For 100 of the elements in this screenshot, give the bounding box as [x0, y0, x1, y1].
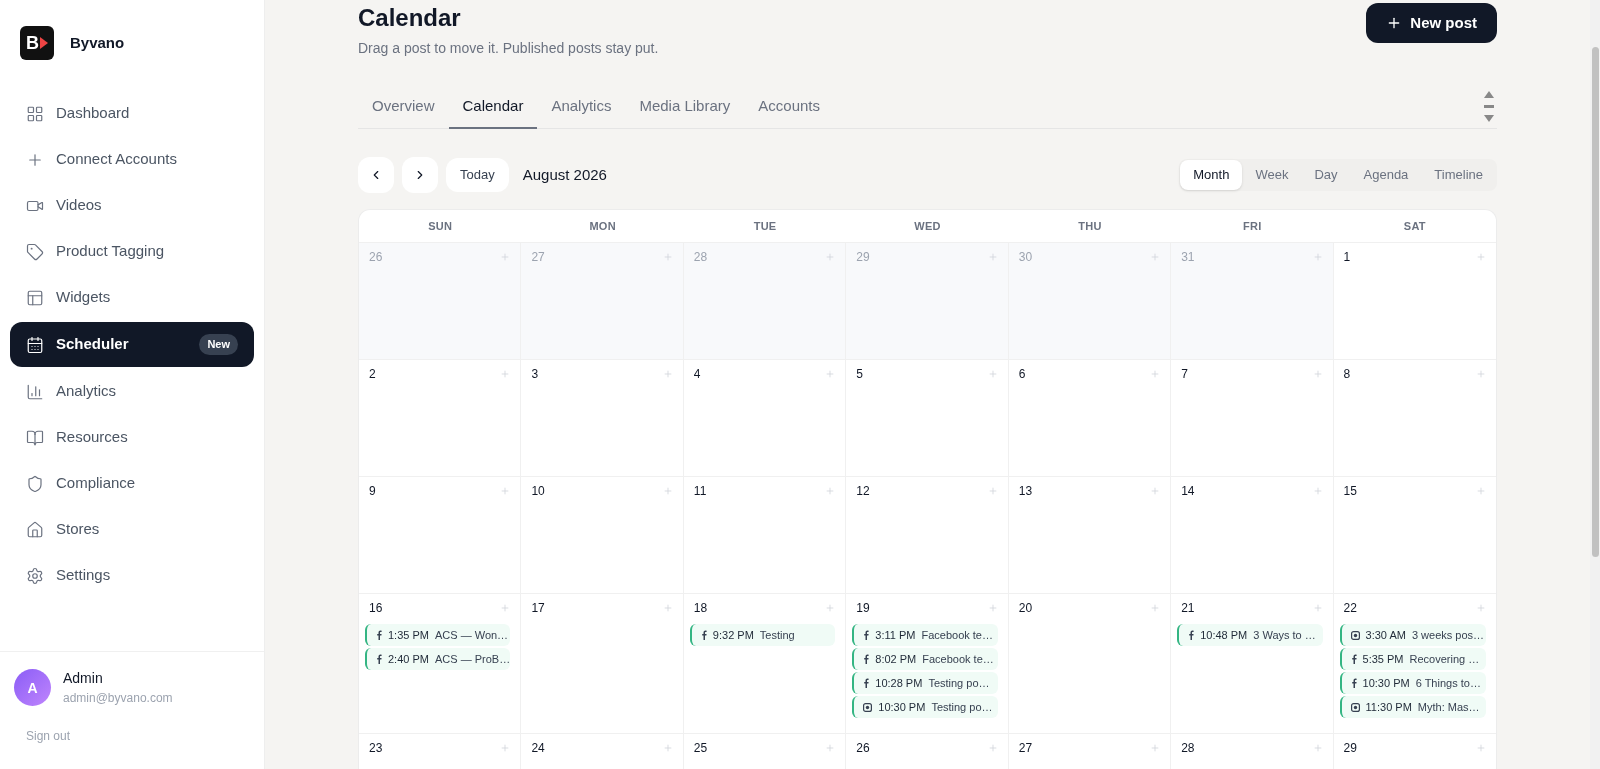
event-chip[interactable]: 8:02 PM Facebook te…: [852, 648, 998, 670]
event-title: Recovering …: [1409, 651, 1480, 667]
book-icon: [26, 428, 44, 447]
add-icon[interactable]: [662, 369, 673, 379]
day-number: 28: [1181, 740, 1195, 757]
previous-button[interactable]: [358, 157, 394, 193]
event-chip[interactable]: 11:30 PM Myth: Mas…: [1339, 696, 1486, 718]
add-icon[interactable]: [1476, 486, 1486, 496]
event-chip[interactable]: 9:32 PM Testing: [689, 624, 836, 646]
sidebar-item[interactable]: Settings: [10, 553, 254, 598]
add-icon[interactable]: [987, 369, 998, 379]
add-icon[interactable]: [500, 369, 511, 379]
page-title: Calendar: [358, 3, 462, 33]
add-icon[interactable]: [1312, 486, 1323, 496]
event-time: 10:30 PM: [878, 699, 926, 715]
sidebar-item[interactable]: Connect Accounts: [10, 137, 254, 182]
tab[interactable]: Accounts: [744, 94, 834, 129]
settings-icon: [26, 566, 44, 585]
sidebar-item[interactable]: Videos: [10, 183, 254, 228]
add-icon[interactable]: [825, 369, 836, 379]
instagram-icon: [863, 702, 873, 712]
facebook-f-icon: [700, 630, 707, 640]
add-icon[interactable]: [1476, 252, 1486, 262]
next-button[interactable]: [402, 157, 438, 193]
today-button[interactable]: Today: [446, 158, 509, 192]
event-chip[interactable]: 5:35 PM Recovering …: [1339, 648, 1486, 670]
add-icon[interactable]: [1150, 369, 1161, 379]
sidebar-item[interactable]: Stores: [10, 507, 254, 552]
day-number: 9: [369, 483, 376, 500]
add-icon[interactable]: [987, 743, 998, 753]
add-icon[interactable]: [1476, 603, 1486, 613]
add-icon[interactable]: [1312, 252, 1323, 262]
add-icon[interactable]: [987, 252, 998, 262]
add-icon[interactable]: [1150, 603, 1161, 613]
day-number: 23: [369, 740, 383, 757]
add-icon[interactable]: [1476, 369, 1486, 379]
shield-icon: [26, 474, 44, 493]
new-post-button[interactable]: New post: [1366, 3, 1497, 43]
event-chip[interactable]: 2:40 PM ACS — ProB…: [365, 648, 511, 670]
view-toggle[interactable]: Week: [1242, 160, 1302, 190]
add-icon[interactable]: [662, 603, 673, 613]
view-toggle[interactable]: Timeline: [1421, 160, 1496, 190]
add-icon[interactable]: [987, 486, 998, 496]
day-number: 18: [693, 600, 708, 617]
add-icon[interactable]: [825, 603, 836, 613]
sidebar-item[interactable]: Widgets: [10, 275, 254, 320]
view-toggle[interactable]: Agenda: [1350, 160, 1422, 190]
tab[interactable]: Media Library: [625, 94, 745, 129]
sidebar-item[interactable]: Scheduler New: [10, 322, 254, 367]
add-icon[interactable]: [500, 603, 511, 613]
user-name: Admin: [63, 669, 104, 688]
event-time: 1:35 PM: [388, 627, 429, 643]
add-icon[interactable]: [825, 743, 836, 753]
user-email: admin@byvano.com: [63, 690, 173, 707]
day-number: 26: [369, 249, 383, 266]
scrollbar-thumb[interactable]: [1591, 47, 1599, 557]
add-icon[interactable]: [1312, 369, 1323, 379]
add-icon[interactable]: [1476, 743, 1486, 753]
view-toggle[interactable]: Day: [1301, 160, 1351, 190]
event-time: 10:30 PM: [1362, 675, 1410, 691]
add-icon[interactable]: [1312, 603, 1323, 613]
add-icon[interactable]: [1150, 486, 1161, 496]
add-icon[interactable]: [662, 252, 673, 262]
add-icon[interactable]: [500, 486, 511, 496]
add-icon[interactable]: [500, 743, 511, 753]
event-chip[interactable]: 1:35 PM ACS — Won…: [365, 624, 511, 646]
day-number: 22: [1343, 600, 1357, 617]
add-icon[interactable]: [500, 252, 511, 262]
event-time: 5:35 PM: [1362, 651, 1404, 667]
tab[interactable]: Overview: [358, 94, 449, 129]
event-chip[interactable]: 10:48 PM 3 Ways to …: [1177, 624, 1323, 646]
add-icon[interactable]: [825, 252, 836, 262]
day-number: 10: [531, 483, 545, 500]
add-icon[interactable]: [662, 486, 673, 496]
event-chip[interactable]: 3:30 AM 3 weeks pos…: [1339, 624, 1486, 646]
view-toggle[interactable]: Month: [1180, 160, 1243, 190]
add-icon[interactable]: [662, 743, 673, 753]
add-icon[interactable]: [1150, 252, 1161, 262]
add-icon[interactable]: [825, 486, 836, 496]
day-number: 24: [531, 740, 545, 757]
add-icon[interactable]: [1150, 743, 1161, 753]
add-icon[interactable]: [1312, 743, 1323, 753]
sidebar-item[interactable]: Analytics: [10, 369, 254, 414]
day-number: 5: [856, 366, 863, 383]
event-time: 9:32 PM: [712, 627, 754, 643]
event-time: 10:28 PM: [875, 675, 923, 691]
event-chip[interactable]: 3:11 PM Facebook te…: [852, 624, 998, 646]
add-icon[interactable]: [987, 603, 998, 613]
event-chip[interactable]: 10:30 PM Testing po…: [852, 696, 998, 718]
event-title: Testing po…: [928, 675, 990, 691]
event-chip[interactable]: 10:30 PM 6 Things to…: [1339, 672, 1486, 694]
sidebar-item[interactable]: Compliance: [10, 461, 254, 506]
sidebar-item[interactable]: Resources: [10, 415, 254, 460]
sidebar-item[interactable]: Dashboard: [10, 91, 254, 136]
tab[interactable]: Calendar: [448, 94, 538, 129]
day-number: 14: [1181, 483, 1195, 500]
event-chip[interactable]: 10:28 PM Testing po…: [852, 672, 998, 694]
tab[interactable]: Analytics: [537, 94, 626, 129]
sidebar-item[interactable]: Product Tagging: [10, 229, 254, 274]
facebook-f-icon: [1350, 654, 1357, 664]
